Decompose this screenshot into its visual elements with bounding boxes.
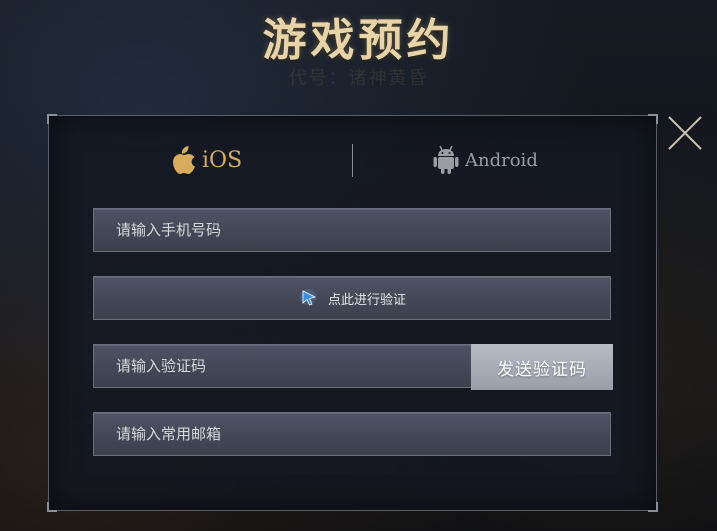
apple-icon — [173, 146, 195, 174]
panel-corner — [47, 502, 57, 512]
panel-corner — [648, 114, 658, 124]
android-icon — [433, 145, 459, 174]
verify-label: 点此进行验证 — [327, 292, 406, 308]
phone-field — [93, 208, 611, 252]
send-code-button[interactable]: 发送验证码 — [471, 344, 613, 390]
code-field — [93, 344, 473, 388]
tab-ios-label: iOS — [202, 147, 243, 173]
phone-input[interactable] — [94, 209, 610, 251]
close-icon — [668, 116, 702, 150]
cursor-pointer-icon — [299, 289, 317, 306]
tab-divider — [352, 144, 353, 177]
tab-android[interactable]: Android — [433, 140, 538, 180]
page-title: 游戏预约 — [262, 15, 455, 66]
tab-ios[interactable]: iOS — [172, 140, 242, 180]
code-input[interactable] — [94, 345, 472, 387]
close-button[interactable] — [666, 114, 704, 152]
panel-corner — [47, 114, 57, 124]
verify-button[interactable]: 点此进行验证 — [93, 276, 611, 320]
panel-corner — [648, 502, 658, 512]
email-field — [93, 412, 611, 456]
tab-android-label: Android — [465, 149, 538, 171]
email-input[interactable] — [94, 413, 610, 455]
reservation-page: 代号：诸神黄昏 游戏预约 iOS Android 请输入手机号码 点此进行验证 … — [0, 0, 717, 531]
